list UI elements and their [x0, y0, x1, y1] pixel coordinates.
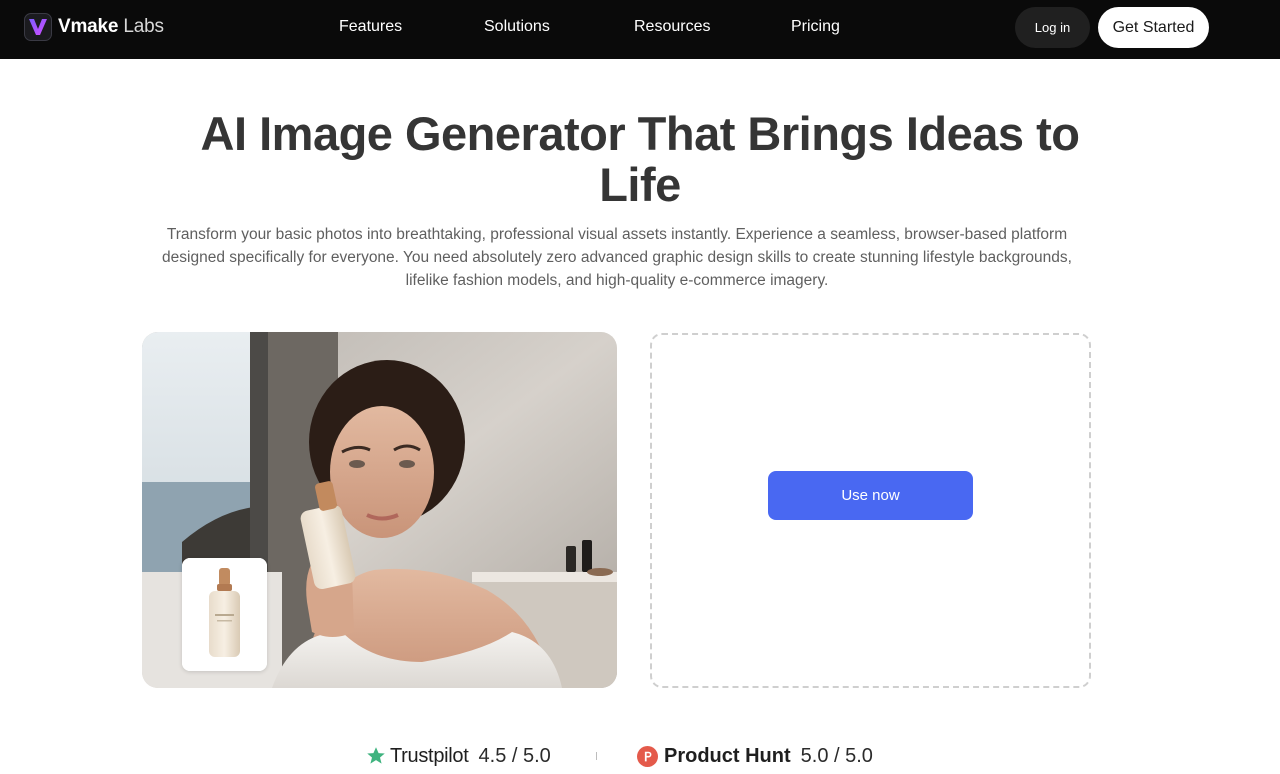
page-title: AI Image Generator That Brings Ideas to … [200, 107, 1080, 211]
product-thumbnail [182, 558, 267, 671]
vmake-labs-logo[interactable]: Vmake Labs [24, 13, 164, 41]
logo-brand-text: Vmake [58, 16, 119, 37]
nav-solutions[interactable]: Solutions [484, 18, 550, 36]
use-now-button[interactable]: Use now [768, 471, 973, 520]
product-hunt-score: 5.0 / 5.0 [800, 744, 873, 767]
trustpilot-label: Trustpilot [390, 744, 469, 767]
product-hunt-rating: Product Hunt 5.0 / 5.0 [637, 742, 873, 770]
log-in-button[interactable]: Log in [1015, 7, 1090, 48]
trustpilot-rating: Trustpilot 4.5 / 5.0 [366, 742, 551, 770]
product-hunt-label: Product Hunt [664, 744, 791, 767]
star-icon [366, 746, 386, 766]
nav-pricing[interactable]: Pricing [791, 18, 840, 36]
ratings-divider [596, 752, 597, 760]
trustpilot-score: 4.5 / 5.0 [478, 744, 551, 767]
nav-features[interactable]: Features [339, 18, 402, 36]
top-navigation-bar: Vmake Labs Features Solutions Resources … [0, 0, 1280, 59]
nav-resources[interactable]: Resources [634, 18, 710, 36]
get-started-button[interactable]: Get Started [1098, 7, 1209, 48]
product-hunt-icon [637, 745, 658, 767]
vmake-logo-icon [24, 13, 52, 41]
logo-suffix-text: Labs [123, 16, 164, 37]
hero-subtitle: Transform your basic photos into breatht… [162, 226, 1072, 289]
